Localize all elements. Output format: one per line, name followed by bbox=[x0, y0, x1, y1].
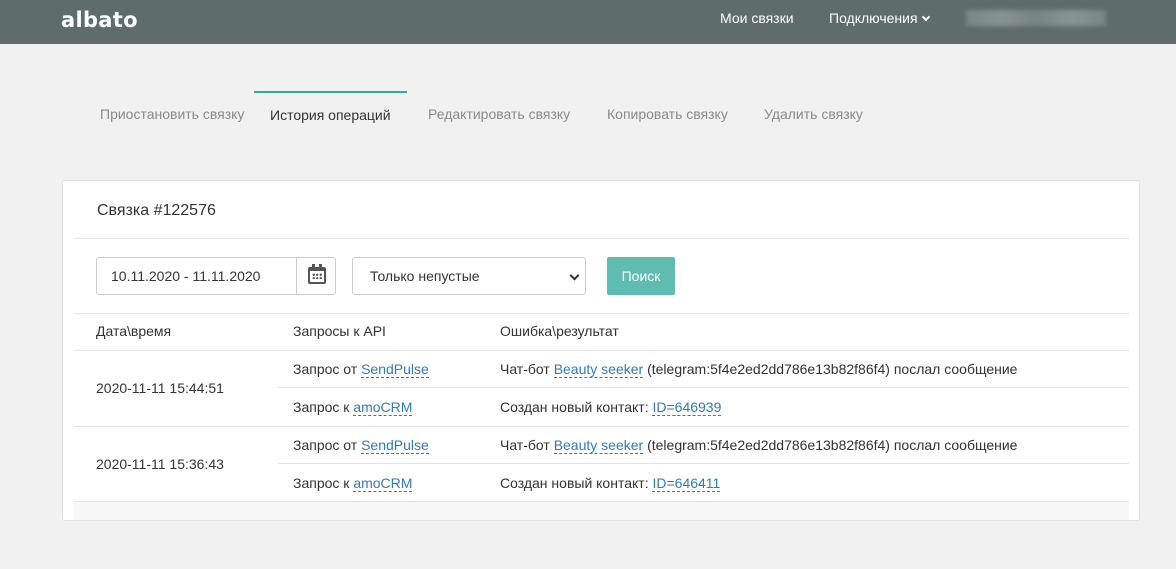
column-header-error-result: Ошибка\результат bbox=[500, 323, 619, 339]
card-title: Связка #122576 bbox=[97, 202, 216, 219]
filter-select-value: Только непустые bbox=[370, 268, 480, 284]
request-label: Запрос от bbox=[293, 437, 358, 453]
row-datetime: 2020-11-11 15:36:43 bbox=[96, 456, 224, 472]
result-prefix: Создан новый контакт: bbox=[500, 475, 649, 491]
calendar-button[interactable] bbox=[296, 257, 336, 295]
calendar-icon bbox=[308, 264, 326, 284]
tab-copy-link[interactable]: Копировать связку bbox=[607, 91, 728, 137]
contact-id-link[interactable]: ID=646939 bbox=[652, 399, 722, 416]
result-text: (telegram:5f4e2ed2dd786e13b82f86f4) посл… bbox=[647, 361, 1018, 377]
divider bbox=[74, 426, 1129, 427]
result-cell: Создан новый контакт: ID=646939 bbox=[500, 399, 722, 416]
result-text: (telegram:5f4e2ed2dd786e13b82f86f4) посл… bbox=[647, 437, 1018, 453]
api-request-cell: Запрос от SendPulse bbox=[293, 437, 429, 454]
bot-link[interactable]: Beauty seeker bbox=[553, 437, 644, 454]
request-label: Запрос к bbox=[293, 475, 350, 491]
service-link-sendpulse[interactable]: SendPulse bbox=[361, 361, 429, 378]
result-prefix: Чат-бот bbox=[500, 437, 550, 453]
date-range-input[interactable] bbox=[96, 257, 297, 295]
nav-my-links[interactable]: Мои связки bbox=[720, 10, 794, 26]
request-label: Запрос к bbox=[293, 399, 350, 415]
table-footer bbox=[74, 502, 1129, 520]
divider bbox=[74, 313, 1129, 314]
divider bbox=[278, 387, 1129, 388]
top-navbar: albato Мои связки Подключения bbox=[0, 0, 1176, 44]
tab-operation-history[interactable]: История операций bbox=[254, 91, 407, 137]
filter-select[interactable]: Только непустые bbox=[352, 257, 586, 295]
api-request-cell: Запрос к amoCRM bbox=[293, 475, 413, 492]
history-card: Связка #122576 Только непустые Поиск Дат… bbox=[62, 180, 1140, 521]
row-datetime: 2020-11-11 15:44:51 bbox=[96, 380, 224, 396]
chevron-down-icon bbox=[569, 270, 580, 281]
bot-link[interactable]: Beauty seeker bbox=[553, 361, 644, 378]
divider bbox=[74, 238, 1129, 239]
result-cell: Чат-бот Beauty seeker (telegram:5f4e2ed2… bbox=[500, 437, 1018, 454]
column-header-datetime: Дата\время bbox=[96, 323, 172, 339]
result-cell: Чат-бот Beauty seeker (telegram:5f4e2ed2… bbox=[500, 361, 1018, 378]
service-link-amocrm[interactable]: amoCRM bbox=[353, 399, 413, 416]
search-button[interactable]: Поиск bbox=[607, 257, 675, 295]
divider bbox=[278, 463, 1129, 464]
result-prefix: Создан новый контакт: bbox=[500, 399, 649, 415]
tab-delete-link[interactable]: Удалить связку bbox=[764, 91, 863, 137]
service-link-sendpulse[interactable]: SendPulse bbox=[361, 437, 429, 454]
tab-pause-link[interactable]: Приостановить связку bbox=[100, 91, 244, 137]
divider bbox=[74, 350, 1129, 351]
api-request-cell: Запрос от SendPulse bbox=[293, 361, 429, 378]
api-request-cell: Запрос к amoCRM bbox=[293, 399, 413, 416]
tab-edit-link[interactable]: Редактировать связку bbox=[428, 91, 570, 137]
contact-id-link[interactable]: ID=646411 bbox=[652, 475, 721, 492]
chevron-down-icon bbox=[921, 12, 930, 22]
nav-connections-label: Подключения bbox=[829, 10, 918, 26]
column-header-api-requests: Запросы к API bbox=[293, 323, 386, 339]
user-account-blurred[interactable] bbox=[966, 10, 1106, 26]
nav-connections[interactable]: Подключения bbox=[829, 10, 930, 26]
request-label: Запрос от bbox=[293, 361, 358, 377]
result-prefix: Чат-бот bbox=[500, 361, 550, 377]
albato-logo[interactable]: albato bbox=[61, 8, 138, 32]
service-link-amocrm[interactable]: amoCRM bbox=[353, 475, 413, 492]
result-cell: Создан новый контакт: ID=646411 bbox=[500, 475, 721, 492]
